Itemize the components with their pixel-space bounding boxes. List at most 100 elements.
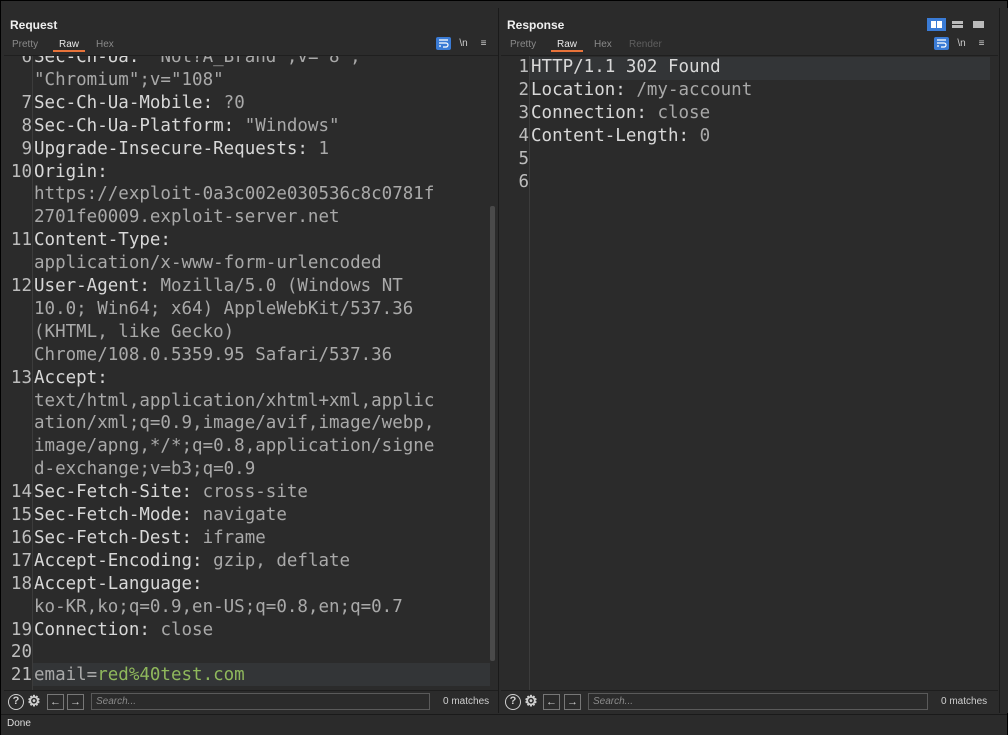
header-value: d-exchange;v=b3;q=0.9	[34, 459, 256, 480]
request-tab-pretty[interactable]: Pretty	[12, 39, 38, 50]
code-line: Accept:	[34, 368, 118, 388]
header-value: iframe	[202, 527, 266, 548]
line-number: 14	[10, 482, 32, 503]
tabbed-layout-icon[interactable]	[969, 18, 988, 31]
line-number: 13	[10, 367, 32, 388]
response-match-count: 0 matches	[941, 696, 988, 707]
response-tab-raw[interactable]: Raw	[550, 39, 584, 52]
header-value: 2701fe0009.exploit-server.net	[34, 207, 340, 228]
response-tab-hex[interactable]: Hex	[594, 39, 612, 50]
line-number: 17	[10, 550, 32, 571]
code-line: Sec-Fetch-Mode: navigate	[34, 505, 287, 525]
line-number: 6	[21, 55, 32, 67]
line-number: 2	[518, 79, 529, 100]
request-match-count: 0 matches	[443, 696, 490, 707]
line-number: 11	[10, 230, 32, 251]
response-search-input[interactable]	[588, 693, 928, 710]
help-icon[interactable]: ?	[505, 694, 521, 710]
next-match-arrow-icon[interactable]: →	[564, 694, 581, 710]
previous-match-arrow-icon[interactable]: ←	[47, 694, 64, 710]
header-name: HTTP/1.1 302 Found	[531, 57, 721, 77]
line-number: 1	[518, 57, 529, 77]
menu-icon[interactable]: ≡	[476, 37, 491, 50]
response-search-bar: ? ⚙ ← → 0 matches	[501, 690, 998, 714]
code-line: Sec-Ch-Ua: "Not?A_Brand";v="8",	[34, 56, 371, 67]
header-name: Sec-Ch-Ua-Platform:	[34, 115, 245, 136]
line-number: 15	[10, 505, 32, 525]
settings-gear-icon[interactable]: ⚙	[523, 694, 539, 710]
header-name: Location:	[531, 79, 637, 100]
code-line: Accept-Language:	[34, 574, 213, 594]
layout-switcher	[927, 18, 989, 31]
header-name: Content-Length:	[531, 125, 700, 146]
header-value: application/x-www-form-urlencoded	[34, 253, 382, 274]
help-icon[interactable]: ?	[8, 694, 24, 710]
header-value: close	[657, 102, 711, 123]
line-number: 12	[10, 276, 32, 296]
show-newlines-toggle[interactable]: \n	[456, 37, 471, 50]
request-tab-hex[interactable]: Hex	[96, 39, 114, 50]
settings-gear-icon[interactable]: ⚙	[26, 694, 42, 710]
code-line: text/html,application/xhtml+xml,applic	[34, 391, 434, 411]
line-number: 7	[21, 92, 32, 113]
header-value: close	[160, 619, 214, 640]
code-line: Connection: close	[34, 620, 213, 640]
header-value: text/html,application/xhtml+xml,applic	[34, 390, 435, 411]
code-line: d-exchange;v=b3;q=0.9	[34, 459, 255, 479]
header-value: cross-site	[202, 482, 308, 503]
request-editor[interactable]: 6 Sec-Ch-Ua: "Not?A_Brand";v="8", "Chromi…	[4, 55, 498, 690]
header-value: Mozilla/5.0 (Windows NT	[160, 276, 403, 296]
status-text: Done	[7, 718, 31, 729]
code-line: Content-Type:	[34, 230, 182, 250]
code-line: "Chromium";v="108"	[34, 70, 224, 90]
line-number: 9	[21, 138, 32, 159]
header-name: Accept:	[34, 367, 119, 388]
line-number: 8	[21, 115, 32, 136]
header-name: Sec-Fetch-Site:	[34, 482, 203, 503]
previous-match-arrow-icon[interactable]: ←	[543, 694, 560, 710]
request-title: Request	[10, 18, 58, 32]
code-line: Sec-Ch-Ua-Platform: "Windows"	[34, 116, 340, 136]
header-value: ko-KR,ko;q=0.9,en-US;q=0.8,en;q=0.7	[34, 596, 403, 617]
header-name: Sec-Fetch-Dest:	[34, 527, 203, 548]
request-tab-raw[interactable]: Raw	[52, 39, 86, 52]
next-match-arrow-icon[interactable]: →	[67, 694, 84, 710]
line-number: 19	[10, 619, 32, 640]
header-value: 10.0; Win64; x64) AppleWebKit/537.36	[34, 298, 414, 319]
code-line: ko-KR,ko;q=0.9,en-US;q=0.8,en;q=0.7	[34, 597, 403, 617]
header-value: gzip, deflate	[213, 550, 351, 571]
request-pane: Request Pretty Raw Hex \n ≡ 6 Sec-Ch-Ua: …	[4, 8, 499, 714]
stacked-layout-icon[interactable]	[948, 18, 967, 31]
header-name: Sec-Fetch-Mode:	[34, 505, 203, 525]
code-line: Sec-Fetch-Dest: iframe	[34, 528, 266, 548]
code-line: Upgrade-Insecure-Requests: 1	[34, 139, 329, 159]
header-value: https://exploit-0a3c002e030536c8c0781f	[34, 184, 435, 205]
side-by-side-layout-icon[interactable]	[927, 18, 946, 31]
burp-message-editor-window: Request Pretty Raw Hex \n ≡ 6 Sec-Ch-Ua: …	[0, 0, 1008, 735]
code-line: User-Agent: Mozilla/5.0 (Windows NT	[34, 276, 403, 296]
param-value: red%40test.com	[97, 665, 245, 686]
show-newlines-toggle[interactable]: \n	[954, 37, 969, 50]
header-name: Origin:	[34, 161, 119, 182]
wrap-lines-icon[interactable]	[934, 37, 949, 50]
code-line: Origin:	[34, 162, 118, 182]
response-tab-render[interactable]: Render	[629, 39, 662, 50]
response-title: Response	[507, 18, 565, 32]
wrap-lines-icon[interactable]	[436, 37, 451, 50]
code-line: ation/xml;q=0.9,image/avif,image/webp,	[34, 413, 434, 433]
line-number: 21	[10, 665, 32, 686]
header-name: Content-Type:	[34, 230, 182, 251]
line-number: 10	[10, 161, 32, 182]
header-name: Accept-Language:	[34, 573, 214, 594]
response-editor[interactable]: 1 HTTP/1.1 302 Found 2 Location: /my-accoun…	[501, 55, 998, 690]
header-name: Connection:	[34, 619, 161, 640]
request-search-input[interactable]	[91, 693, 430, 710]
response-tab-pretty[interactable]: Pretty	[510, 39, 536, 50]
code-line: Connection: close	[531, 103, 710, 123]
line-number: 20	[10, 642, 32, 663]
line-number: 5	[518, 148, 529, 169]
code-line: 10.0; Win64; x64) AppleWebKit/537.36	[34, 299, 413, 319]
code-line: https://exploit-0a3c002e030536c8c0781f	[34, 184, 434, 204]
request-scrollbar[interactable]	[490, 206, 495, 661]
menu-icon[interactable]: ≡	[974, 37, 989, 50]
